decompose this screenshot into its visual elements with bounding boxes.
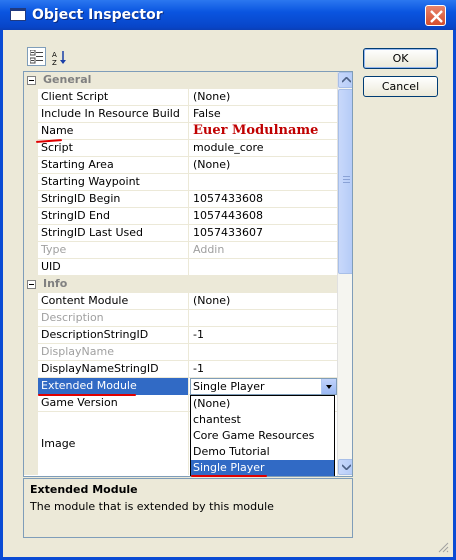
property-value [190, 310, 337, 327]
scroll-down-button[interactable] [338, 459, 352, 475]
help-description: The module that is extended by this modu… [30, 500, 274, 513]
property-name: StringID Last Used [38, 225, 189, 242]
property-name: Include In Resource Build [38, 106, 189, 123]
category-general[interactable]: General [24, 72, 337, 89]
property-row[interactable]: Include In Resource Build False [24, 106, 337, 123]
property-value[interactable]: Euer Modulname [190, 123, 337, 140]
resize-grip-icon[interactable] [438, 542, 449, 553]
property-row[interactable]: DescriptionStringID -1 [24, 327, 337, 344]
scroll-thumb[interactable] [338, 89, 352, 274]
categorized-view-button[interactable] [27, 47, 46, 66]
property-name: DescriptionStringID [38, 327, 189, 344]
dropdown-option[interactable]: Core Game Resources [191, 428, 334, 444]
property-name: DisplayNameStringID [38, 361, 189, 378]
property-row[interactable]: Content Module (None) [24, 293, 337, 310]
property-row: Type Addin [24, 242, 337, 259]
property-value[interactable]: module_core [190, 140, 337, 157]
alphabetical-sort-icon: A Z [52, 51, 66, 66]
property-row: DisplayName [24, 344, 337, 361]
property-row[interactable]: UID [24, 259, 337, 276]
vertical-scrollbar[interactable] [337, 72, 352, 476]
ok-button[interactable]: OK [363, 48, 438, 69]
chevron-down-icon [342, 464, 351, 470]
property-name: DisplayName [38, 344, 189, 361]
property-name: UID [38, 259, 189, 276]
property-value [190, 344, 337, 361]
help-title: Extended Module [30, 483, 138, 496]
property-name: Starting Waypoint [38, 174, 189, 191]
property-value[interactable]: -1 [190, 361, 337, 378]
property-row[interactable]: Client Script (None) [24, 89, 337, 106]
property-name: Description [38, 310, 189, 327]
extended-module-options: (None) chantest Core Game Resources Demo… [190, 395, 335, 476]
svg-text:A: A [52, 51, 57, 59]
property-row[interactable]: Name Euer Modulname [24, 123, 337, 140]
select-value: Single Player [193, 380, 265, 393]
property-name: Type [38, 242, 189, 259]
property-row[interactable]: Starting Waypoint [24, 174, 337, 191]
property-name: Content Module [38, 293, 189, 310]
property-row: Description [24, 310, 337, 327]
property-value[interactable]: False [190, 106, 337, 123]
property-row[interactable]: Script module_core [24, 140, 337, 157]
object-inspector-window: Object Inspector A Z OK Cancel General C… [0, 0, 456, 560]
property-value[interactable]: (None) [190, 89, 337, 106]
property-grid: General Client Script (None) Include In … [23, 71, 353, 477]
category-label: General [43, 73, 92, 86]
close-button[interactable] [425, 5, 446, 26]
property-name: Game Version [38, 395, 189, 412]
scroll-up-button[interactable] [338, 72, 352, 88]
property-name: Name [38, 123, 189, 140]
property-name: StringID End [38, 208, 189, 225]
category-info[interactable]: Info [24, 276, 337, 293]
extended-module-select[interactable]: Single Player [190, 378, 337, 395]
property-row[interactable]: StringID End 1057443608 [24, 208, 337, 225]
property-value[interactable]: (None) [190, 293, 337, 310]
chevron-down-icon[interactable] [321, 379, 336, 394]
property-name: Client Script [38, 89, 189, 106]
annotation-underline-single-player [191, 475, 267, 477]
property-row[interactable]: StringID Last Used 1057433607 [24, 225, 337, 242]
svg-text:Z: Z [52, 59, 57, 66]
chevron-up-icon [342, 77, 351, 83]
dropdown-option[interactable]: (None) [191, 396, 334, 412]
category-label: Info [43, 277, 68, 290]
collapse-icon[interactable] [27, 280, 36, 289]
help-panel: Extended Module The module that is exten… [23, 478, 353, 538]
property-row[interactable]: DisplayNameStringID -1 [24, 361, 337, 378]
property-value[interactable]: -1 [190, 327, 337, 344]
collapse-icon[interactable] [27, 76, 36, 85]
close-icon [430, 10, 443, 23]
property-value: Addin [193, 243, 225, 256]
property-name: Image [38, 412, 189, 475]
property-value[interactable]: 1057433608 [190, 191, 337, 208]
window-title: Object Inspector [32, 7, 163, 23]
property-value[interactable] [190, 174, 337, 191]
dropdown-option[interactable]: Demo Tutorial [191, 444, 334, 460]
property-name: Script [38, 140, 189, 157]
property-value[interactable]: 1057433607 [190, 225, 337, 242]
alphabetical-view-button[interactable]: A Z [49, 47, 68, 66]
dropdown-option[interactable]: chantest [191, 412, 334, 428]
property-value[interactable] [190, 259, 337, 276]
dropdown-option-selected[interactable]: Single Player [191, 460, 334, 476]
property-row[interactable]: Starting Area (None) [24, 157, 337, 174]
property-name: StringID Begin [38, 191, 189, 208]
annotation-underline-extended-module [38, 394, 136, 396]
window-icon [10, 8, 26, 21]
cancel-button[interactable]: Cancel [363, 76, 438, 97]
property-row[interactable]: StringID Begin 1057433608 [24, 191, 337, 208]
categorized-icon [30, 50, 43, 64]
property-name: Starting Area [38, 157, 189, 174]
title-bar[interactable]: Object Inspector [0, 0, 456, 30]
property-value[interactable]: 1057443608 [190, 208, 337, 225]
property-value[interactable]: (None) [190, 157, 337, 174]
property-name: Extended Module [38, 378, 189, 395]
